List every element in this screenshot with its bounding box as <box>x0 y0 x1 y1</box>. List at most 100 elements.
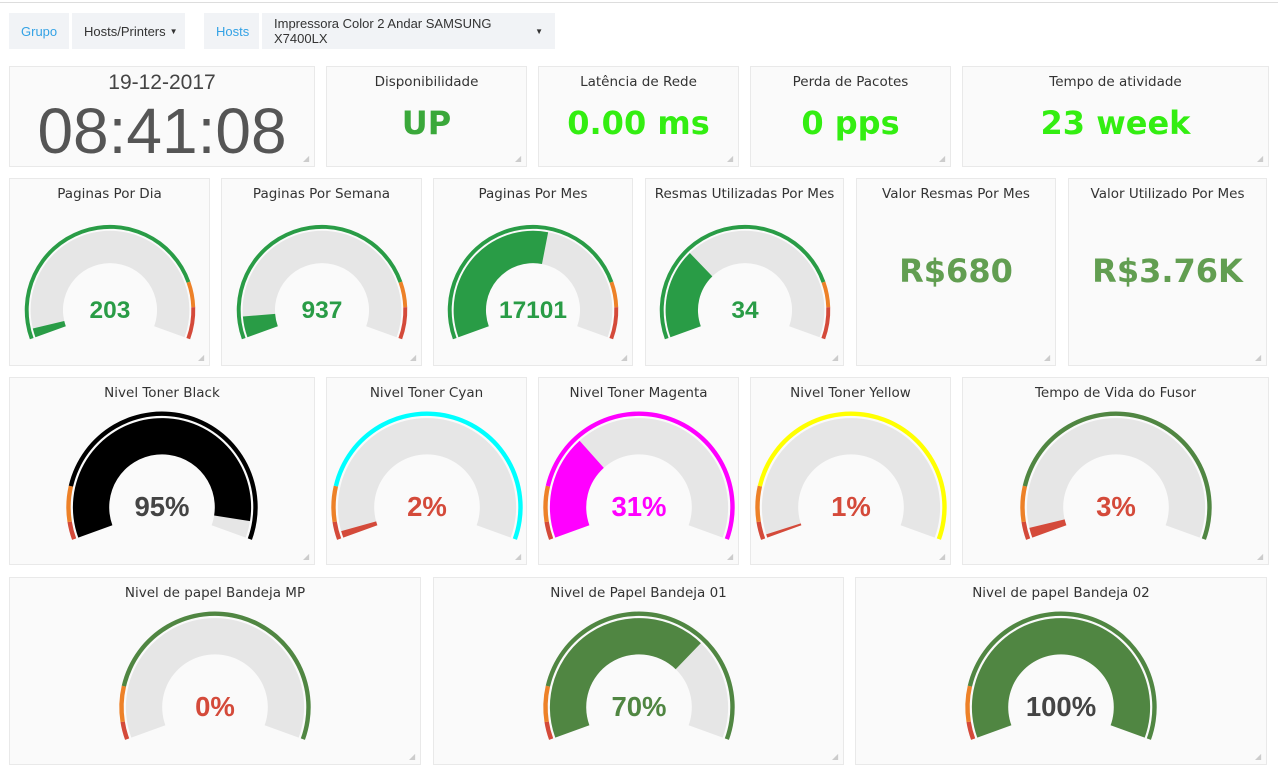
gauge: 100% <box>965 611 1157 740</box>
gauge: 937 <box>236 224 407 340</box>
gauge-threshold-arc <box>754 485 762 523</box>
gauge-fill <box>242 313 278 338</box>
host-select[interactable]: Impressora Color 2 Andar SAMSUNG X7400LX… <box>262 13 555 49</box>
gauge-threshold-arc <box>119 685 127 723</box>
resize-handle-icon[interactable]: ◢ <box>198 354 206 362</box>
resize-handle-icon[interactable]: ◢ <box>303 155 311 163</box>
stat-panel: Disponibilidade UP ◢ <box>326 66 527 167</box>
resize-handle-icon[interactable]: ◢ <box>939 155 947 163</box>
panel-title: Paginas Por Dia <box>57 186 162 202</box>
resize-handle-icon[interactable]: ◢ <box>621 354 629 362</box>
gauge-panel: Resmas Utilizadas Por Mes 34 ◢ <box>645 178 844 366</box>
stat-panel: Latência de Rede 0.00 ms ◢ <box>538 66 739 167</box>
gauge-value: 70% <box>611 691 666 722</box>
panel-title: Nivel de papel Bandeja 02 <box>972 585 1150 601</box>
panel-title: Resmas Utilizadas Por Mes <box>654 186 835 202</box>
panel-title: Tempo de atividade <box>1049 74 1182 90</box>
stat-value: UP <box>401 104 452 142</box>
resize-handle-icon[interactable]: ◢ <box>832 354 840 362</box>
gauge-value: 0% <box>195 691 235 722</box>
gauge-threshold-arc <box>965 685 973 723</box>
resize-handle-icon[interactable]: ◢ <box>727 553 735 561</box>
stat-panel: Tempo de atividade 23 week ◢ <box>962 66 1269 167</box>
panel-title: Tempo de Vida do Fusor <box>1034 385 1197 401</box>
gauge-panel: Nivel Toner Black 95% ◢ <box>9 377 315 565</box>
top-border <box>0 0 1278 3</box>
resize-handle-icon[interactable]: ◢ <box>1257 155 1265 163</box>
clock-time: 08:41:08 <box>37 95 287 167</box>
gauge-value: 95% <box>134 491 189 522</box>
panel-title: Nivel Toner Cyan <box>369 385 484 401</box>
stat-value: 0 pps <box>801 104 900 142</box>
panel-title: Paginas Por Mes <box>478 186 588 202</box>
gauge: 31% <box>542 411 735 540</box>
resize-handle-icon[interactable]: ◢ <box>939 553 947 561</box>
resize-handle-icon[interactable]: ◢ <box>1255 354 1263 362</box>
gauge-panel: Nivel de Papel Bandeja 01 70% ◢ <box>433 577 844 765</box>
clock-panel: 19-12-2017 08:41:08 ◢ <box>9 66 315 167</box>
gauge: 1% <box>754 411 947 540</box>
panel-title: Disponibilidade <box>374 74 479 90</box>
gauge-panel: Nivel Toner Magenta 31% ◢ <box>538 377 739 565</box>
resize-handle-icon[interactable]: ◢ <box>409 753 417 761</box>
stat-panel: Valor Resmas Por Mes R$680 ◢ <box>856 178 1056 366</box>
gauge-threshold-arc <box>66 485 74 523</box>
gauge: 70% <box>542 611 735 740</box>
group-select[interactable]: Hosts/Printers ▼ <box>72 13 185 49</box>
gauge: 34 <box>659 224 830 340</box>
stat-value: 23 week <box>1040 104 1191 142</box>
clock-date: 19-12-2017 <box>108 71 216 94</box>
gauge: 2% <box>330 411 523 540</box>
gauge: 0% <box>119 611 311 740</box>
panel-title: Valor Resmas Por Mes <box>882 186 1030 202</box>
gauge-panel: Paginas Por Semana 937 ◢ <box>221 178 422 366</box>
gauge-value: 17101 <box>499 297 567 324</box>
gauge-value: 34 <box>731 297 759 324</box>
stat-value: R$680 <box>899 252 1013 290</box>
resize-handle-icon[interactable]: ◢ <box>727 155 735 163</box>
gauge-panel: Paginas Por Mes 17101 ◢ <box>433 178 633 366</box>
panel-title: Perda de Pacotes <box>792 74 909 90</box>
gauge: 17101 <box>447 224 619 340</box>
gauge-panel: Nivel Toner Cyan 2% ◢ <box>326 377 527 565</box>
resize-handle-icon[interactable]: ◢ <box>1255 753 1263 761</box>
resize-handle-icon[interactable]: ◢ <box>515 155 523 163</box>
caret-down-icon: ▼ <box>535 26 543 36</box>
stat-panel: Valor Utilizado Por Mes R$3.76K ◢ <box>1068 178 1267 366</box>
gauge-threshold-arc <box>1019 485 1027 523</box>
stat-value: 0.00 ms <box>567 104 710 142</box>
resize-handle-icon[interactable]: ◢ <box>303 553 311 561</box>
panel-title: Latência de Rede <box>580 74 697 90</box>
gauge-value: 100% <box>1026 691 1096 722</box>
host-label: Hosts <box>204 13 259 49</box>
gauge-value: 31% <box>611 491 666 522</box>
panel-title: Nivel de papel Bandeja MP <box>124 585 306 601</box>
resize-handle-icon[interactable]: ◢ <box>832 753 840 761</box>
panel-title: Paginas Por Semana <box>252 186 391 202</box>
panel-title: Nivel Toner Black <box>104 385 220 401</box>
panel-title: Nivel Toner Yellow <box>790 385 911 401</box>
resize-handle-icon[interactable]: ◢ <box>1257 553 1265 561</box>
gauge-panel: Paginas Por Dia 203 ◢ <box>9 178 210 366</box>
gauge-value: 3% <box>1096 491 1136 522</box>
resize-handle-icon[interactable]: ◢ <box>410 354 418 362</box>
gauge-threshold-arc <box>542 685 550 723</box>
caret-down-icon: ▼ <box>169 26 178 36</box>
gauge-threshold-arc <box>542 485 550 523</box>
gauge: 3% <box>1019 411 1212 540</box>
panel-title: Nivel de Papel Bandeja 01 <box>550 585 727 601</box>
resize-handle-icon[interactable]: ◢ <box>1044 354 1052 362</box>
gauge-value: 1% <box>831 491 871 522</box>
gauge: 95% <box>66 411 258 540</box>
gauge-value: 937 <box>301 297 342 324</box>
group-value: Hosts/Printers <box>84 23 166 39</box>
resize-handle-icon[interactable]: ◢ <box>515 553 523 561</box>
host-value: Impressora Color 2 Andar SAMSUNG X7400LX <box>274 16 492 46</box>
gauge-value: 203 <box>89 297 130 324</box>
panel-title: Nivel Toner Magenta <box>569 385 708 401</box>
panel-title: Valor Utilizado Por Mes <box>1090 186 1245 202</box>
gauge-panel: Nivel de papel Bandeja MP 0% ◢ <box>9 577 421 765</box>
gauge-threshold-arc <box>330 485 338 523</box>
group-label: Grupo <box>9 13 69 49</box>
gauge: 203 <box>24 224 195 340</box>
